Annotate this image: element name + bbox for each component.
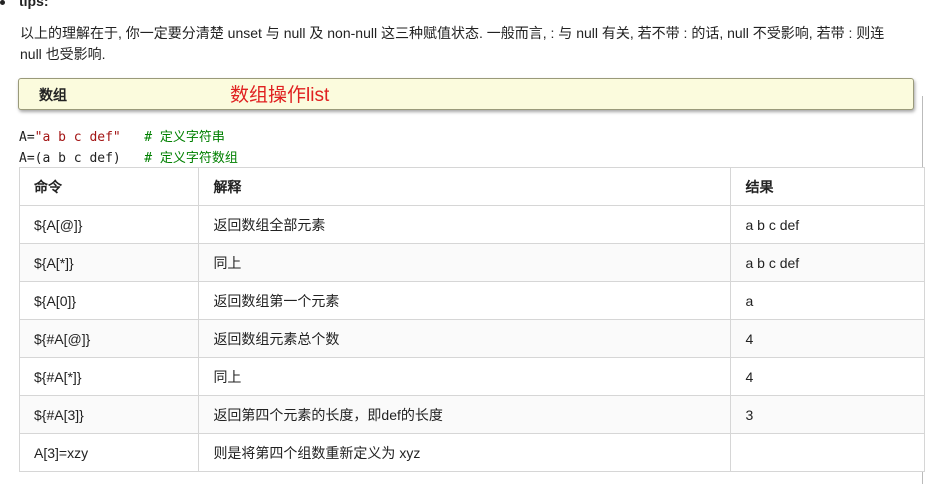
cell-explanation: 则是将第四个组数重新定义为 xyz bbox=[198, 433, 732, 472]
tips-heading: tips: bbox=[0, 0, 49, 9]
cell-command: ${#A[*]} bbox=[18, 357, 200, 396]
table-header-row: 命令 解释 结果 bbox=[18, 167, 925, 206]
cell-command: ${A[*]} bbox=[18, 243, 200, 282]
tips-paragraph: 以上的理解在于, 你一定要分清楚 unset 与 null 及 non-null… bbox=[20, 25, 885, 62]
cell-result: a bbox=[730, 281, 925, 320]
table-row: ${#A[@]} 返回数组元素总个数 4 bbox=[18, 319, 925, 358]
cell-result: 3 bbox=[730, 395, 925, 434]
cell-explanation: 同上 bbox=[198, 243, 732, 282]
cell-result: 4 bbox=[730, 357, 925, 396]
cell-command: ${#A[3]} bbox=[18, 395, 200, 434]
code-string: "a b c def" bbox=[34, 130, 121, 145]
cell-command: ${A[0]} bbox=[18, 281, 200, 320]
document-page: tips: 以上的理解在于, 你一定要分清楚 unset 与 null 及 no… bbox=[0, 0, 925, 484]
section-title: 数组 bbox=[39, 87, 67, 103]
cell-result bbox=[730, 433, 925, 472]
code-line-2: A=(a b c def) # 定义字符数组 bbox=[19, 151, 238, 166]
code-comment: # 定义字符串 bbox=[144, 130, 225, 145]
table-row: ${A[0]} 返回数组第一个元素 a bbox=[18, 281, 925, 320]
bullet-icon bbox=[0, 0, 5, 5]
table-row: ${#A[3]} 返回第四个元素的长度，即def的长度 3 bbox=[18, 395, 925, 434]
cell-result: 4 bbox=[730, 319, 925, 358]
cell-explanation: 返回数组元素总个数 bbox=[198, 319, 732, 358]
table-row: ${A[*]} 同上 a b c def bbox=[18, 243, 925, 282]
header-command: 命令 bbox=[18, 167, 200, 206]
tips-heading-text: tips: bbox=[19, 0, 49, 9]
table-row: ${A[@]} 返回数组全部元素 a b c def bbox=[18, 205, 925, 244]
cell-explanation: 返回数组全部元素 bbox=[198, 205, 732, 244]
header-result: 结果 bbox=[730, 167, 925, 206]
table-row: ${#A[*]} 同上 4 bbox=[18, 357, 925, 396]
header-explanation: 解释 bbox=[198, 167, 732, 206]
array-section-header: 数组 数组操作list bbox=[18, 78, 914, 110]
code-block: A="a b c def" # 定义字符串 A=(a b c def) # 定义… bbox=[19, 127, 238, 169]
code-prefix: A=(a b c def) bbox=[19, 151, 121, 166]
cell-explanation: 返回数组第一个元素 bbox=[198, 281, 732, 320]
cell-command: ${A[@]} bbox=[18, 205, 200, 244]
code-comment: # 定义字符数组 bbox=[144, 151, 238, 166]
cell-result: a b c def bbox=[730, 243, 925, 282]
array-command-table: 命令 解释 结果 ${A[@]} 返回数组全部元素 a b c def ${A[… bbox=[18, 167, 925, 472]
table-row: A[3]=xzy 则是将第四个组数重新定义为 xyz bbox=[18, 433, 925, 472]
code-line-1: A="a b c def" # 定义字符串 bbox=[19, 130, 225, 145]
red-annotation: 数组操作list bbox=[230, 85, 330, 106]
cell-explanation: 同上 bbox=[198, 357, 732, 396]
cell-result: a b c def bbox=[730, 205, 925, 244]
code-prefix: A= bbox=[19, 130, 35, 145]
cell-command: ${#A[@]} bbox=[18, 319, 200, 358]
cell-explanation: 返回第四个元素的长度，即def的长度 bbox=[198, 395, 732, 434]
cell-command: A[3]=xzy bbox=[18, 433, 200, 472]
